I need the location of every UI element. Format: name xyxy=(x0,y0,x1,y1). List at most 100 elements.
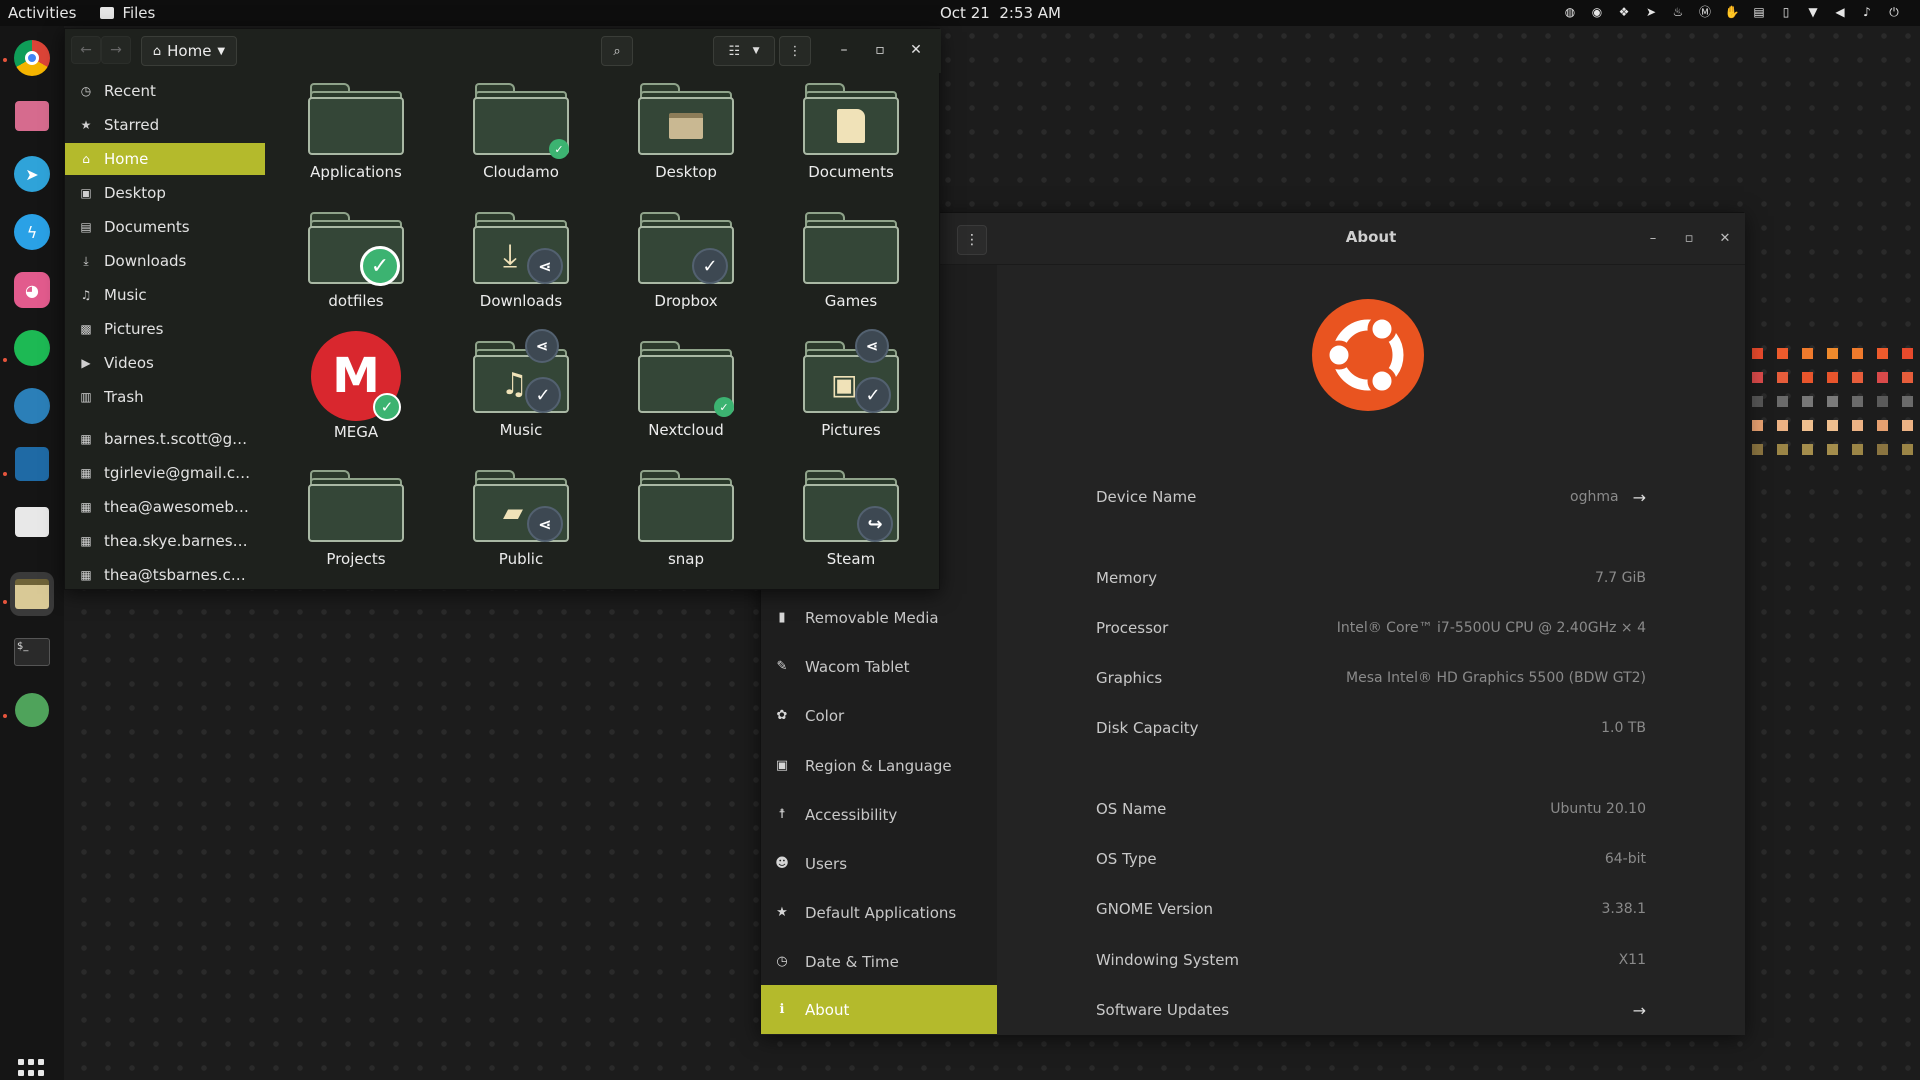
nav-region-language[interactable]: ▣ Region & Language xyxy=(761,741,997,790)
activities-button[interactable]: Activities xyxy=(8,4,76,22)
mega-icon: M ✓ xyxy=(311,331,401,421)
folder-applications[interactable]: Applications xyxy=(291,73,421,191)
nav-removable-media[interactable]: ▮ Removable Media xyxy=(761,593,997,642)
phone-tray-icon[interactable]: ▯ xyxy=(1778,4,1794,20)
folder-desktop[interactable]: Desktop xyxy=(621,73,751,191)
settings-icon[interactable] xyxy=(10,688,54,732)
sidebar-item-home[interactable]: ⌂ Home xyxy=(65,143,265,175)
sidebar-item-downloads[interactable]: ⤓ Downloads xyxy=(65,245,265,277)
system-tray: ◍ ◉ ❖ ➤ ♨ Ⓜ ✋ ▤ ▯ ▼ ◀ ♪ ⏻ xyxy=(1562,4,1902,20)
messenger-icon[interactable]: ϟ xyxy=(10,210,54,254)
share-icon: ⋖ xyxy=(527,506,563,542)
device-name-row[interactable]: Device Name oghma → xyxy=(1096,477,1646,517)
settings-menu-button[interactable]: ⋮ xyxy=(957,225,987,255)
telegram-icon[interactable]: ➤ xyxy=(10,152,54,196)
gnome-tray-icon[interactable]: ✋ xyxy=(1724,4,1740,20)
sidebar-item-label: Starred xyxy=(104,116,160,134)
sidebar-item-recent[interactable]: ◷ Recent xyxy=(65,75,265,107)
sidebar-item-music[interactable]: ♫ Music xyxy=(65,279,265,311)
spotify-icon[interactable] xyxy=(10,326,54,370)
back-button[interactable]: ← xyxy=(71,36,101,64)
vscode-icon[interactable] xyxy=(10,442,54,486)
sidebar-item-network-1[interactable]: ▦ barnes.t.scott@gm... xyxy=(65,423,265,455)
sidebar-item-network-2[interactable]: ▦ tgirlevie@gmail.com xyxy=(65,457,265,489)
dropbox-tray-icon[interactable]: ❖ xyxy=(1616,4,1632,20)
sidebar-item-network-3[interactable]: ▦ thea@awesomebar... xyxy=(65,491,265,523)
share-icon: ⋖ xyxy=(855,329,889,363)
files-menu-button[interactable]: ⋮ xyxy=(779,36,811,66)
clock[interactable]: Oct 21 2:53 AM xyxy=(940,4,1061,22)
folder-snap[interactable]: snap xyxy=(621,460,751,578)
steam-tray-icon[interactable]: ♨ xyxy=(1670,4,1686,20)
mail-icon[interactable] xyxy=(10,94,54,138)
gnome-version-value: 3.38.1 xyxy=(1601,901,1646,917)
arrow-right-icon: → xyxy=(1632,487,1646,507)
maximize-icon[interactable]: ▫ xyxy=(1679,229,1699,249)
software-updates-row[interactable]: Software Updates → xyxy=(1096,990,1646,1030)
microphone-icon[interactable]: ♪ xyxy=(1859,4,1875,20)
nav-label: Users xyxy=(805,854,848,873)
nav-color[interactable]: ✿ Color xyxy=(761,691,997,740)
folder-nextcloud[interactable]: ✓ Nextcloud xyxy=(621,331,751,449)
sidebar-item-pictures[interactable]: ▩ Pictures xyxy=(65,313,265,345)
folder-icon xyxy=(638,464,734,542)
os-type-label: OS Type xyxy=(1096,850,1157,868)
folder-public[interactable]: ▰ ⋖ Public xyxy=(456,460,586,578)
file-label: Desktop xyxy=(655,163,717,181)
nav-about[interactable]: ℹ About xyxy=(761,985,997,1034)
sidebar-item-network-5[interactable]: ▦ thea@tsbarnes.com xyxy=(65,559,265,591)
search-button[interactable]: ⌕ xyxy=(601,36,633,66)
desktop-icon: ▣ xyxy=(80,186,92,200)
folder-music[interactable]: ♫ ⋖ ✓ Music xyxy=(456,329,586,449)
steam-icon[interactable] xyxy=(10,384,54,428)
files-app-icon xyxy=(100,7,115,19)
nav-date-time[interactable]: ◷ Date & Time xyxy=(761,937,997,986)
minimize-icon[interactable]: – xyxy=(1643,229,1663,249)
chrome-icon[interactable] xyxy=(10,36,54,80)
messenger-tray-icon[interactable]: ◍ xyxy=(1562,4,1578,20)
file-label: Music xyxy=(499,421,543,439)
nav-accessibility[interactable]: ☨ Accessibility xyxy=(761,790,997,839)
folder-dotfiles[interactable]: ✓ dotfiles xyxy=(291,202,421,320)
sidebar-item-documents[interactable]: ▤ Documents xyxy=(65,211,265,243)
sidebar-item-network-4[interactable]: ▦ thea.skye.barnes@g... xyxy=(65,525,265,557)
forward-button[interactable]: → xyxy=(101,36,131,64)
folder-steam[interactable]: ↪ Steam xyxy=(786,460,916,578)
folder-dropbox[interactable]: ✓ Dropbox xyxy=(621,202,751,320)
files-icon[interactable] xyxy=(10,572,54,616)
nav-users[interactable]: ☻ Users xyxy=(761,839,997,888)
nav-wacom-tablet[interactable]: ✎ Wacom Tablet xyxy=(761,642,997,691)
folder-pictures[interactable]: ▣ ⋖ ✓ Pictures xyxy=(786,329,916,449)
minimize-icon[interactable]: – xyxy=(833,39,855,61)
volume-icon[interactable]: ◀ xyxy=(1832,4,1848,20)
folder-documents[interactable]: Documents xyxy=(786,73,916,191)
discord-icon[interactable]: ◕ xyxy=(10,268,54,312)
nav-default-applications[interactable]: ★ Default Applications xyxy=(761,888,997,937)
power-icon[interactable]: ⏻ xyxy=(1886,4,1902,20)
software-store-icon[interactable] xyxy=(10,500,54,544)
sidebar-item-trash[interactable]: ▥ Trash xyxy=(65,381,265,413)
folder-projects[interactable]: Projects xyxy=(291,460,421,578)
sidebar-item-videos[interactable]: ▶ Videos xyxy=(65,347,265,379)
close-icon[interactable]: ✕ xyxy=(905,39,927,61)
app-menu[interactable]: Files xyxy=(100,4,155,22)
kebab-menu-icon: ⋮ xyxy=(788,43,802,59)
sidebar-item-starred[interactable]: ★ Starred xyxy=(65,109,265,141)
sidebar-item-desktop[interactable]: ▣ Desktop xyxy=(65,177,265,209)
chevron-down-icon: ▼ xyxy=(752,46,760,56)
maximize-icon[interactable]: ▫ xyxy=(869,39,891,61)
folder-downloads[interactable]: ⤓ ⋖ Downloads xyxy=(456,202,586,320)
folder-mega[interactable]: M ✓ MEGA xyxy=(291,331,421,449)
telegram-tray-icon[interactable]: ➤ xyxy=(1643,4,1659,20)
close-icon[interactable]: ✕ xyxy=(1715,229,1735,249)
terminal-icon[interactable]: $_ xyxy=(10,630,54,674)
show-applications-icon[interactable] xyxy=(18,1059,46,1080)
folder-games[interactable]: Games xyxy=(786,202,916,320)
discord-tray-icon[interactable]: ◉ xyxy=(1589,4,1605,20)
path-bar-home[interactable]: ⌂ Home ▼ xyxy=(141,36,237,66)
mega-tray-icon[interactable]: Ⓜ xyxy=(1697,4,1713,20)
clipboard-tray-icon[interactable]: ▤ xyxy=(1751,4,1767,20)
folder-cloudamo[interactable]: ✓ Cloudamo xyxy=(456,73,586,191)
wifi-icon[interactable]: ▼ xyxy=(1805,4,1821,20)
view-toggle-button[interactable]: ☷ ▼ xyxy=(713,36,775,66)
